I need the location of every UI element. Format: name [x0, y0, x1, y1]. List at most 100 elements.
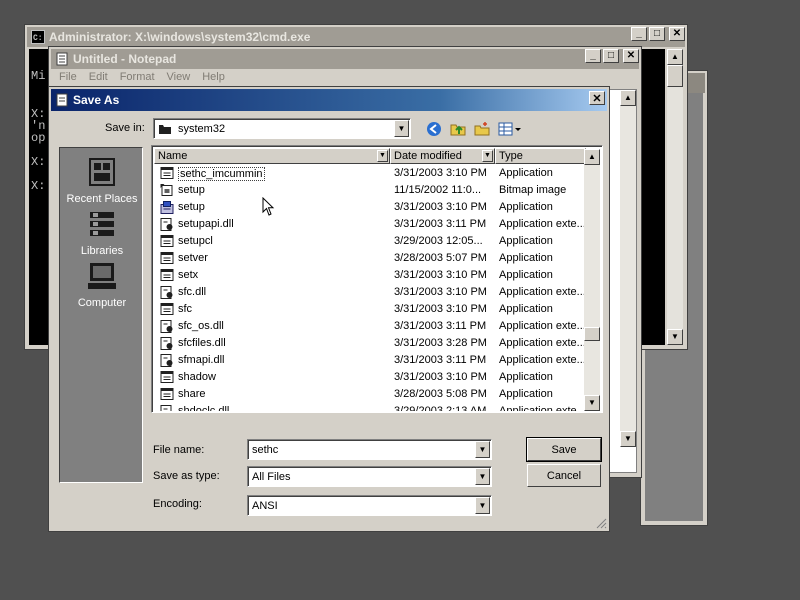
menu-edit[interactable]: Edit: [83, 69, 114, 87]
resize-grip-icon[interactable]: [595, 517, 607, 529]
file-type-cell: Application: [499, 269, 553, 281]
cmd-icon: C:: [31, 30, 45, 44]
notepad-titlebar[interactable]: Untitled - Notepad: [51, 49, 639, 69]
file-rows: sethc_imcummin 3/31/2003 3:10 PM Applicati…: [154, 165, 586, 411]
file-name-input[interactable]: sethc ▼: [247, 439, 492, 460]
menu-view[interactable]: View: [161, 69, 197, 87]
file-date-cell: 3/29/2003 12:05...: [394, 235, 483, 247]
chevron-down-icon[interactable]: ▼: [394, 120, 409, 137]
file-row[interactable]: share 3/28/2003 5:08 PM Application: [154, 386, 586, 403]
console-line: X:: [31, 179, 46, 193]
column-header-date[interactable]: Date modified ▼: [390, 148, 495, 164]
maximize-button[interactable]: □: [603, 49, 619, 63]
sort-arrow-icon[interactable]: ▼: [377, 150, 388, 162]
file-type-cell: Application exte...: [499, 405, 586, 411]
encoding-label: Encoding:: [153, 498, 202, 510]
scroll-down-button[interactable]: ▼: [620, 431, 636, 447]
file-row[interactable]: sfcfiles.dll 3/31/2003 3:28 PM Application…: [154, 335, 586, 352]
file-row[interactable]: sethc_imcummin 3/31/2003 3:10 PM Applicati…: [154, 165, 586, 182]
menu-help[interactable]: Help: [196, 69, 231, 87]
column-header-type[interactable]: Type: [495, 148, 586, 164]
file-date-cell: 3/29/2003 2:13 AM: [394, 405, 487, 411]
file-name-cell: setup: [178, 184, 205, 196]
folder-icon: [159, 124, 171, 134]
file-row[interactable]: shdoclc.dll 3/29/2003 2:13 AM Application …: [154, 403, 586, 411]
file-date-cell: 3/31/2003 3:10 PM: [394, 286, 487, 298]
new-folder-icon[interactable]: [473, 120, 491, 138]
application-file-icon: [160, 371, 174, 383]
save-type-select[interactable]: All Files ▼: [247, 466, 492, 487]
up-folder-icon[interactable]: [449, 120, 467, 138]
view-menu-icon[interactable]: [497, 120, 523, 138]
place-libraries[interactable]: Libraries: [60, 208, 144, 257]
place-label: Recent Places: [66, 193, 138, 205]
cancel-button[interactable]: Cancel: [527, 464, 601, 487]
place-computer[interactable]: Computer: [60, 260, 144, 309]
file-row[interactable]: setver 3/28/2003 5:07 PM Application: [154, 250, 586, 267]
notepad-scrollbar[interactable]: ▲ ▼: [620, 90, 636, 447]
file-name-cell: shadow: [178, 371, 216, 383]
scroll-thumb[interactable]: [667, 65, 683, 87]
cmd-title: Administrator: X:\windows\system32\cmd.e…: [49, 30, 311, 44]
close-button[interactable]: ✕: [669, 27, 685, 41]
chevron-down-icon[interactable]: ▼: [475, 441, 490, 458]
close-button[interactable]: ✕: [623, 49, 639, 63]
file-date-cell: 3/28/2003 5:07 PM: [394, 252, 487, 264]
minimize-button[interactable]: _: [631, 27, 647, 41]
close-button[interactable]: ✕: [589, 91, 605, 105]
maximize-button[interactable]: □: [649, 27, 665, 41]
cmd-titlebar[interactable]: C: Administrator: X:\windows\system32\cm…: [27, 27, 685, 47]
scroll-up-button[interactable]: ▲: [584, 149, 600, 165]
place-recent-places[interactable]: Recent Places: [60, 156, 144, 205]
file-row[interactable]: setup 11/15/2002 11:0... Bitmap image: [154, 182, 586, 199]
file-name-cell: setup: [178, 201, 205, 213]
file-row[interactable]: shadow 3/31/2003 3:10 PM Application: [154, 369, 586, 386]
notepad-icon: [56, 52, 68, 66]
menu-file[interactable]: File: [53, 69, 83, 87]
scroll-up-button[interactable]: ▲: [620, 90, 636, 106]
file-row[interactable]: sfc_os.dll 3/31/2003 3:11 PM Application e…: [154, 318, 586, 335]
save-in-combo[interactable]: system32 ▼: [153, 118, 411, 139]
application-file-icon: [160, 252, 174, 264]
file-type-cell: Application exte...: [499, 320, 586, 332]
file-row[interactable]: setup 3/31/2003 3:10 PM Application: [154, 199, 586, 216]
file-date-cell: 3/31/2003 3:10 PM: [394, 269, 487, 281]
file-type-cell: Application: [499, 167, 553, 179]
file-date-cell: 3/31/2003 3:10 PM: [394, 303, 487, 315]
file-name-cell: sfc: [178, 303, 193, 315]
save-as-titlebar[interactable]: Save As: [51, 89, 607, 111]
scroll-thumb[interactable]: [584, 327, 600, 341]
chevron-down-icon[interactable]: ▼: [475, 468, 490, 485]
encoding-select[interactable]: ANSI ▼: [247, 495, 492, 516]
application-file-icon: [160, 167, 174, 179]
back-icon[interactable]: [425, 120, 443, 138]
menu-format[interactable]: Format: [114, 69, 161, 87]
chevron-down-icon[interactable]: ▼: [475, 497, 490, 514]
file-list[interactable]: Name ▼ Date modified ▼ Type sethc_imcumm…: [151, 145, 603, 413]
file-row[interactable]: sfc 3/31/2003 3:10 PM Application: [154, 301, 586, 318]
save-as-dialog[interactable]: Save As ✕ Save in: system32 ▼ Recent Pla…: [48, 86, 610, 532]
console-line: op: [31, 131, 46, 145]
place-label: Computer: [77, 297, 127, 309]
file-list-scrollbar[interactable]: ▲ ▼: [584, 149, 600, 411]
application-file-icon: [160, 303, 174, 315]
file-name-cell: setupapi.dll: [178, 218, 234, 230]
sort-arrow-icon[interactable]: ▼: [482, 150, 493, 162]
file-row[interactable]: sfmapi.dll 3/31/2003 3:11 PM Application e…: [154, 352, 586, 369]
scroll-down-button[interactable]: ▼: [584, 395, 600, 411]
scroll-up-button[interactable]: ▲: [667, 49, 683, 65]
save-button[interactable]: Save: [526, 437, 602, 462]
file-row[interactable]: setupcl 3/29/2003 12:05... Application: [154, 233, 586, 250]
file-name-cell: setx: [178, 269, 199, 281]
file-type-cell: Application exte...: [499, 286, 586, 298]
cmd-scrollbar[interactable]: ▲ ▼: [667, 49, 683, 345]
scroll-down-button[interactable]: ▼: [667, 329, 683, 345]
column-header-name[interactable]: Name ▼: [154, 148, 390, 164]
file-row[interactable]: setx 3/31/2003 3:10 PM Application: [154, 267, 586, 284]
file-row[interactable]: setupapi.dll 3/31/2003 3:11 PM Application…: [154, 216, 586, 233]
file-date-cell: 3/31/2003 3:11 PM: [394, 218, 487, 230]
file-name-cell: sethc_imcummin: [178, 167, 265, 181]
file-row[interactable]: sfc.dll 3/31/2003 3:10 PM Application exte…: [154, 284, 586, 301]
minimize-button[interactable]: _: [585, 49, 601, 63]
file-date-cell: 3/31/2003 3:10 PM: [394, 201, 487, 213]
